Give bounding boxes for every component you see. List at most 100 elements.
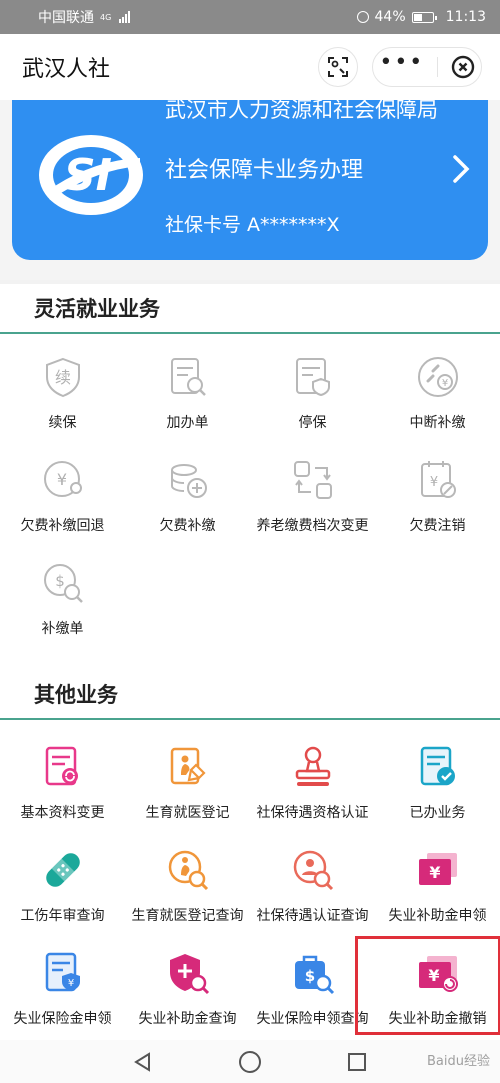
svg-text:¥: ¥ <box>441 378 447 389</box>
service-item-label: 失业补助金撤销 <box>388 1011 487 1027</box>
service-item-maternity-registration-query[interactable]: 生育就医登记查询 <box>125 829 250 932</box>
calendar-yuan-cancel-icon: ¥ <box>415 457 461 503</box>
document-yuan-shield-icon: ¥ <box>40 950 86 996</box>
service-item-unemployment-subsidy-claim[interactable]: ¥ 失业补助金申领 <box>375 829 500 932</box>
service-item-label: 续保 <box>48 415 77 431</box>
dollar-coin-search-icon: $ <box>40 560 86 606</box>
service-item-arrears-rollback[interactable]: ¥ 欠费补缴回退 <box>0 439 125 542</box>
service-item-arrears-cancel[interactable]: ¥ 欠费注销 <box>375 439 500 542</box>
scan-button[interactable] <box>318 47 358 87</box>
clock: 11:13 <box>445 9 486 25</box>
svg-text:¥: ¥ <box>56 470 66 489</box>
service-item-pension-tier-change[interactable]: 养老缴费档次变更 <box>250 439 375 542</box>
user-search-icon <box>290 847 336 893</box>
banner-wrap: SI 武汉市人力资源和社会保障局 社会保障卡业务办理 社保卡号 A*******… <box>0 100 500 280</box>
seal-stamp-icon <box>290 744 336 790</box>
svg-text:¥: ¥ <box>429 863 440 882</box>
svg-text:$: $ <box>304 967 314 985</box>
service-item-profile-change[interactable]: 基本资料变更 <box>0 726 125 829</box>
coins-add-icon <box>165 457 211 503</box>
service-grid: 基本资料变更 生育就医登记 社保待遇资格认证 已办业务 工伤年审查询 生育就医登… <box>0 720 500 1035</box>
yuan-cards-icon: ¥ <box>415 847 461 893</box>
service-item-supplementary-form[interactable]: $ 补缴单 <box>0 542 125 645</box>
more-icon[interactable]: ••• <box>379 52 424 74</box>
service-item-unemployment-insurance-query[interactable]: $ 失业保险申领查询 <box>250 932 375 1035</box>
renew-shield-icon: 续 <box>40 354 86 400</box>
maternity-edit-icon <box>165 744 211 790</box>
service-item-unemployment-subsidy-cancel[interactable]: ¥ 失业补助金撤销 <box>355 932 500 1035</box>
yuan-cards-undo-icon: ¥ <box>415 950 461 996</box>
document-search-icon <box>165 354 211 400</box>
service-item-maternity-registration[interactable]: 生育就医登记 <box>125 726 250 829</box>
broken-link-yuan-icon: ¥ <box>415 354 461 400</box>
svg-text:¥: ¥ <box>67 978 73 989</box>
service-item-label: 失业补助金申领 <box>388 908 487 924</box>
app-header: 武汉人社 ••• <box>0 34 500 100</box>
status-bar: 中国联通 4G 44% 11:13 <box>0 0 500 34</box>
swap-icon <box>290 457 336 503</box>
service-item-label: 加办单 <box>166 415 209 431</box>
scan-icon <box>328 57 348 77</box>
service-item-label: 失业保险金申领 <box>13 1011 112 1027</box>
svg-text:¥: ¥ <box>428 966 439 985</box>
mini-program-capsule: ••• <box>372 47 482 87</box>
service-item-label: 生育就医登记查询 <box>131 908 244 924</box>
service-item-work-injury-review[interactable]: 工伤年审查询 <box>0 829 125 932</box>
maternity-search-icon <box>165 847 211 893</box>
service-item-suspend[interactable]: 停保 <box>250 336 375 439</box>
service-item-benefit-certification-query[interactable]: 社保待遇认证查询 <box>250 829 375 932</box>
section-title: 灵活就业业务 <box>0 284 500 334</box>
battery-percent: 44% <box>374 9 406 25</box>
bag-dollar-search-icon: $ <box>290 950 336 996</box>
bandage-icon <box>40 847 86 893</box>
close-icon[interactable] <box>451 55 475 79</box>
document-shield-icon <box>290 354 336 400</box>
profile-refresh-icon <box>40 744 86 790</box>
si-logo-icon: SI <box>39 135 143 215</box>
battery-icon <box>411 11 437 23</box>
capsule-divider <box>436 57 438 77</box>
service-item-benefit-certification[interactable]: 社保待遇资格认证 <box>250 726 375 829</box>
banner-agency: 武汉市人力资源和社会保障局 <box>165 100 438 122</box>
service-item-label: 欠费补缴 <box>159 518 216 534</box>
chevron-right-icon <box>453 155 470 183</box>
section-title: 其他业务 <box>0 670 500 720</box>
alarm-icon <box>356 11 369 23</box>
service-item-renew[interactable]: 续 续保 <box>0 336 125 439</box>
service-item-label: 已办业务 <box>409 805 466 821</box>
service-item-label: 中断补缴 <box>409 415 466 431</box>
page-title: 武汉人社 <box>22 57 111 82</box>
service-item-label: 失业补助金查询 <box>138 1011 237 1027</box>
service-item-label: 社保待遇资格认证 <box>256 805 369 821</box>
service-item-interrupt-payment[interactable]: ¥ 中断补缴 <box>375 336 500 439</box>
service-item-label: 基本资料变更 <box>20 805 105 821</box>
banner-card-number: 社保卡号 A*******X <box>165 214 340 236</box>
back-icon[interactable] <box>132 1051 154 1073</box>
service-item-label: 欠费补缴回退 <box>20 518 105 534</box>
service-item-completed-business[interactable]: 已办业务 <box>375 726 500 829</box>
network-type: 4G <box>100 12 112 22</box>
service-item-arrears-payment[interactable]: 欠费补缴 <box>125 439 250 542</box>
signal-icon <box>119 11 131 23</box>
service-item-label: 失业保险申领查询 <box>256 1011 369 1027</box>
banner-service-title: 社会保障卡业务办理 <box>165 158 364 183</box>
other-services-section: 其他业务 基本资料变更 生育就医登记 社保待遇资格认证 已办业务 工伤年审查询 … <box>0 670 500 1040</box>
service-item-label: 社保待遇认证查询 <box>256 908 369 924</box>
yuan-refresh-icon: ¥ <box>40 457 86 503</box>
svg-text:续: 续 <box>54 368 70 387</box>
recents-icon[interactable] <box>346 1051 368 1073</box>
flexible-employment-section: 灵活就业业务 续 续保 加办单 停保 ¥ 中断补缴 ¥ 欠费补缴回退 欠费补缴 … <box>0 284 500 681</box>
service-item-unemployment-subsidy-query[interactable]: 失业补助金查询 <box>125 932 250 1035</box>
svg-text:¥: ¥ <box>429 475 437 490</box>
service-item-label: 工伤年审查询 <box>20 908 105 924</box>
service-item-label: 养老缴费档次变更 <box>256 518 369 534</box>
shield-add-search-icon <box>165 950 211 996</box>
home-icon[interactable] <box>238 1050 262 1074</box>
watermark: Baidu经验 <box>427 1054 490 1069</box>
service-item-unemployment-insurance-claim[interactable]: ¥ 失业保险金申领 <box>0 932 125 1035</box>
carrier-label: 中国联通 <box>38 10 94 26</box>
social-security-card-banner[interactable]: SI 武汉市人力资源和社会保障局 社会保障卡业务办理 社保卡号 A*******… <box>12 100 488 260</box>
service-item-add-form[interactable]: 加办单 <box>125 336 250 439</box>
service-grid: 续 续保 加办单 停保 ¥ 中断补缴 ¥ 欠费补缴回退 欠费补缴 养老缴费档次变… <box>0 334 500 645</box>
service-item-label: 补缴单 <box>41 621 84 637</box>
